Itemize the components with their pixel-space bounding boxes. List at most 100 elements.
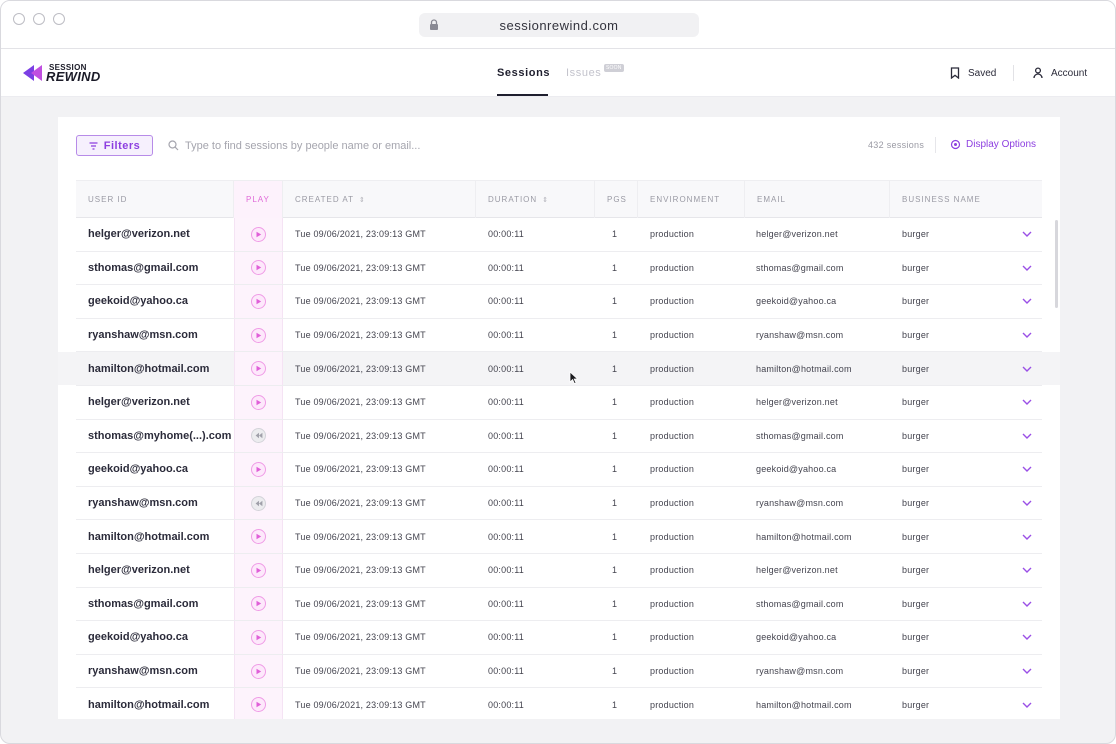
column-created-at[interactable]: CREATED AT ⇕ xyxy=(283,181,476,218)
table-scrollbar[interactable] xyxy=(1055,220,1058,308)
table-row[interactable]: geekoid@yahoo.ca Tue 09/06/2021, 23:09:13… xyxy=(76,621,1042,655)
table-row[interactable]: ryanshaw@msn.com Tue 09/06/2021, 23:09:13… xyxy=(76,318,1042,353)
table-row[interactable]: geekoid@yahoo.ca Tue 09/06/2021, 23:09:13… xyxy=(76,285,1042,319)
chevron-down-icon xyxy=(1022,332,1032,339)
display-options-button[interactable]: Display Options xyxy=(950,139,1036,150)
play-button[interactable] xyxy=(251,394,266,410)
expand-row-button[interactable] xyxy=(1022,588,1032,621)
table-row[interactable]: helger@verizon.net Tue 09/06/2021, 23:09:… xyxy=(76,385,1042,420)
expand-row-button[interactable] xyxy=(1022,285,1032,318)
expand-row-button[interactable] xyxy=(1022,655,1032,688)
cell-user-id[interactable]: helger@verizon.net xyxy=(88,554,190,587)
play-button[interactable] xyxy=(251,529,266,545)
table-row[interactable]: hamilton@hotmail.com Tue 09/06/2021, 23:0… xyxy=(76,520,1042,554)
play-button[interactable] xyxy=(251,461,266,477)
cell-user-id[interactable]: ryanshaw@msn.com xyxy=(88,487,198,520)
play-button[interactable] xyxy=(251,596,266,612)
expand-row-button[interactable] xyxy=(1022,386,1032,419)
browser-window: sessionrewind.com SESSION REWIND Session… xyxy=(0,0,1116,744)
cell-environment: production xyxy=(650,666,695,677)
table-row[interactable]: geekoid@yahoo.ca Tue 09/06/2021, 23:09:13… xyxy=(76,453,1042,487)
sort-icon[interactable]: ⇕ xyxy=(359,196,366,204)
play-button[interactable] xyxy=(251,226,266,242)
table-row[interactable]: helger@verizon.net Tue 09/06/2021, 23:09:… xyxy=(76,553,1042,588)
chevron-down-icon xyxy=(1022,567,1032,574)
play-button[interactable] xyxy=(251,361,266,377)
account-button[interactable]: Account xyxy=(1033,67,1087,79)
lock-icon xyxy=(430,19,438,30)
cell-user-id[interactable]: ryanshaw@msn.com xyxy=(88,319,198,352)
rewind-button[interactable] xyxy=(251,428,266,444)
cell-user-id[interactable]: geekoid@yahoo.ca xyxy=(88,453,188,486)
table-row[interactable]: sthomas@gmail.com Tue 09/06/2021, 23:09:1… xyxy=(76,587,1042,622)
table-row[interactable]: hamilton@hotmail.com Tue 09/06/2021, 23:0… xyxy=(58,352,1060,386)
cell-user-id[interactable]: geekoid@yahoo.ca xyxy=(88,285,188,318)
table-row[interactable]: ryanshaw@msn.com Tue 09/06/2021, 23:09:13… xyxy=(76,654,1042,689)
cell-pgs: 1 xyxy=(612,498,618,509)
cell-pgs: 1 xyxy=(612,632,618,643)
play-button[interactable] xyxy=(251,663,266,679)
cell-business-name: burger xyxy=(902,666,930,677)
window-close-button[interactable] xyxy=(13,13,25,25)
table-row[interactable]: helger@verizon.net Tue 09/06/2021, 23:09:… xyxy=(76,218,1042,252)
cell-user-id[interactable]: geekoid@yahoo.ca xyxy=(88,621,188,654)
cell-user-id[interactable]: helger@verizon.net xyxy=(88,218,190,251)
active-tab-indicator xyxy=(497,94,548,96)
cell-created-at: Tue 09/06/2021, 23:09:13 GMT xyxy=(295,464,426,475)
expand-row-button[interactable] xyxy=(1022,487,1032,520)
expand-row-button[interactable] xyxy=(1022,252,1032,285)
cell-environment: production xyxy=(650,464,695,475)
cell-user-id[interactable]: sthomas@gmail.com xyxy=(88,252,198,285)
cell-user-id[interactable]: sthomas@gmail.com xyxy=(88,588,198,621)
window-minimize-button[interactable] xyxy=(33,13,45,25)
play-button[interactable] xyxy=(251,629,266,645)
play-button[interactable] xyxy=(251,562,266,578)
search-input[interactable] xyxy=(185,139,645,152)
expand-row-button[interactable] xyxy=(1022,218,1032,251)
tab-issues[interactable]: Issues xyxy=(566,67,601,79)
cell-created-at: Tue 09/06/2021, 23:09:13 GMT xyxy=(295,531,426,542)
play-button[interactable] xyxy=(251,293,266,309)
table-row[interactable]: hamilton@hotmail.com Tue 09/06/2021, 23:0… xyxy=(76,688,1042,719)
window-zoom-button[interactable] xyxy=(53,13,65,25)
expand-row-button[interactable] xyxy=(1022,453,1032,486)
rewind-button[interactable] xyxy=(251,495,266,511)
expand-row-button[interactable] xyxy=(1022,520,1032,553)
expand-row-button[interactable] xyxy=(1022,554,1032,587)
expand-row-button[interactable] xyxy=(1022,319,1032,352)
saved-button[interactable]: Saved xyxy=(950,67,996,79)
cell-business-name: burger xyxy=(902,363,930,374)
tab-sessions[interactable]: Sessions xyxy=(497,67,550,79)
play-button[interactable] xyxy=(251,697,266,713)
play-icon xyxy=(256,332,262,338)
cell-email: sthomas@gmail.com xyxy=(756,430,844,441)
cell-play xyxy=(234,352,283,385)
expand-row-button[interactable] xyxy=(1022,688,1032,719)
cell-user-id[interactable]: hamilton@hotmail.com xyxy=(88,352,209,385)
cell-pgs: 1 xyxy=(612,229,618,240)
cell-user-id[interactable]: sthomas@myhome(...).com xyxy=(88,420,231,453)
cell-user-id[interactable]: hamilton@hotmail.com xyxy=(88,520,209,553)
cell-environment: production xyxy=(650,262,695,273)
cell-user-id[interactable]: hamilton@hotmail.com xyxy=(88,688,209,719)
filters-button[interactable]: Filters xyxy=(76,135,153,156)
expand-row-button[interactable] xyxy=(1022,352,1032,385)
play-button[interactable] xyxy=(251,327,266,343)
cell-user-id[interactable]: helger@verizon.net xyxy=(88,386,190,419)
column-duration[interactable]: DURATION ⇕ xyxy=(476,181,595,218)
play-icon xyxy=(256,601,262,607)
chevron-down-icon xyxy=(1022,601,1032,607)
table-row[interactable]: sthomas@gmail.com Tue 09/06/2021, 23:09:1… xyxy=(76,251,1042,286)
play-icon xyxy=(256,567,262,573)
table-row[interactable]: sthomas@myhome(...).com Tue 09/06/2021, 2… xyxy=(76,419,1042,454)
table-row[interactable]: ryanshaw@msn.com Tue 09/06/2021, 23:09:13… xyxy=(76,486,1042,521)
sort-icon[interactable]: ⇕ xyxy=(542,196,549,204)
address-bar[interactable]: sessionrewind.com xyxy=(419,13,699,37)
play-button[interactable] xyxy=(251,260,266,276)
cell-user-id[interactable]: ryanshaw@msn.com xyxy=(88,655,198,688)
cell-created-at: Tue 09/06/2021, 23:09:13 GMT xyxy=(295,296,426,307)
expand-row-button[interactable] xyxy=(1022,420,1032,453)
chevron-down-icon xyxy=(1022,231,1032,238)
cell-duration: 00:00:11 xyxy=(488,498,524,509)
expand-row-button[interactable] xyxy=(1022,621,1032,654)
